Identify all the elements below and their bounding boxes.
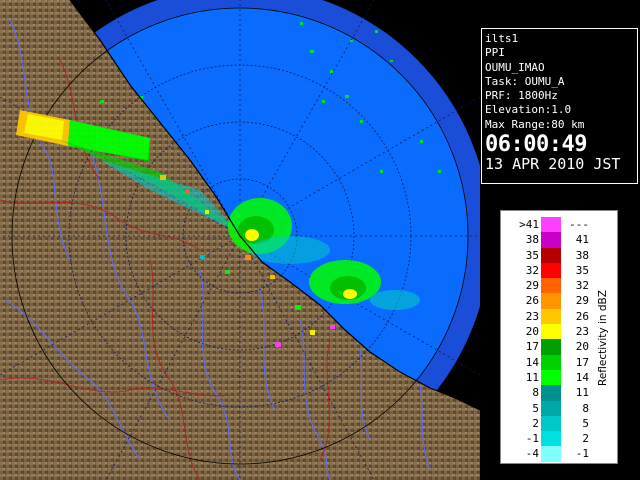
radar-name: OUMU_IMAO — [485, 60, 545, 74]
legend-row: 25 — [503, 415, 589, 432]
legend-high-value: 41 — [575, 233, 589, 247]
legend-row: 35 38 — [503, 247, 589, 263]
legend-high-value: 17 — [575, 355, 589, 369]
legend-high-value: --- — [569, 218, 589, 231]
legend-row: 32 35 — [503, 262, 589, 279]
legend-row: 38 41 — [503, 232, 589, 248]
legend-high-value: 2 — [582, 432, 589, 446]
scan-time: 06:00:49 — [485, 132, 587, 158]
legend-swatch — [541, 415, 561, 432]
legend-low-value: -4 — [525, 447, 539, 461]
site-id: ilts1 — [485, 32, 519, 45]
legend-swatch — [541, 217, 561, 233]
legend-low-value: 14 — [525, 355, 539, 369]
legend-high-value: 32 — [575, 279, 589, 293]
elevation-value: Elevation:1.0 — [485, 103, 572, 117]
legend-low-value: 26 — [525, 294, 539, 308]
legend-swatch — [541, 339, 561, 355]
scan-date: 13 APR 2010 JST — [485, 155, 621, 174]
radar-map-view[interactable] — [0, 0, 480, 480]
legend-low-value: 8 — [532, 386, 539, 400]
legend-swatch — [541, 308, 561, 325]
legend-high-value: 11 — [575, 386, 589, 400]
legend-row: 17 20 — [503, 339, 589, 355]
legend-high-value: -1 — [575, 447, 589, 461]
legend-high-value: 5 — [582, 416, 589, 430]
legend-low-value: 2 — [532, 416, 539, 430]
legend-low-value: 38 — [525, 233, 539, 247]
max-range-value: Max Range:80 km — [485, 117, 585, 131]
legend-low-value: 23 — [525, 309, 539, 323]
legend-low-value: 17 — [525, 340, 539, 354]
legend-low-value: 29 — [525, 279, 539, 293]
legend-swatch — [541, 431, 561, 447]
legend-swatch — [541, 369, 561, 386]
legend-swatch — [541, 278, 561, 294]
legend-swatch — [541, 232, 561, 248]
legend-row: 58 — [503, 400, 589, 416]
legend-row: >41 --- — [503, 217, 589, 233]
legend-row: 26 29 — [503, 293, 589, 309]
legend-row: 11 14 — [503, 369, 589, 386]
radar-info-panel: ilts1 PPI OUMU_IMAO Task: OUMU_A PRF: 18… — [481, 28, 638, 184]
task-name: Task: OUMU_A — [485, 74, 565, 88]
legend-low-value: 11 — [525, 370, 539, 384]
legend-swatch — [541, 293, 561, 309]
legend-row: 29 32 — [503, 278, 589, 294]
legend-row: 14 17 — [503, 354, 589, 370]
legend-row: 23 26 — [503, 308, 589, 325]
legend-low-value: 32 — [525, 263, 539, 277]
legend-title: Reflectivity in dBZ — [597, 290, 609, 386]
legend-high-value: 8 — [582, 401, 589, 415]
legend-row: 20 23 — [503, 324, 589, 340]
prf-value: PRF: 1800Hz — [485, 89, 558, 103]
legend-low-value: -1 — [525, 432, 539, 446]
legend-swatch — [541, 354, 561, 370]
legend-high-value: 29 — [575, 294, 589, 308]
legend-high-value: 14 — [575, 370, 589, 384]
legend-low-value: 5 — [532, 401, 539, 415]
legend-swatch — [541, 262, 561, 279]
legend-swatch — [541, 385, 561, 401]
legend-high-value: 35 — [575, 263, 589, 277]
radar-ppi-display — [0, 0, 480, 480]
scan-type: PPI — [485, 46, 505, 60]
legend-high-value: 26 — [575, 309, 589, 323]
legend-low-value: 20 — [525, 325, 539, 339]
legend-swatch — [541, 324, 561, 340]
legend-swatch — [541, 247, 561, 263]
legend-rows: >41 --- 38 41 35 38 32 35 29 32 26 29 23 26 20 23 17 20 14… — [503, 217, 589, 462]
legend-swatch — [541, 400, 561, 416]
legend-high-value: 20 — [575, 340, 589, 354]
legend-row: 8 11 — [503, 385, 589, 401]
legend-row: -4 -1 — [503, 446, 589, 462]
legend-low-value: >41 — [519, 218, 539, 231]
reflectivity-legend: >41 --- 38 41 35 38 32 35 29 32 26 29 23 26 20 23 17 20 14… — [500, 210, 618, 464]
legend-high-value: 23 — [575, 325, 589, 339]
legend-low-value: 35 — [525, 248, 539, 262]
legend-row: -1 2 — [503, 431, 589, 447]
legend-swatch — [541, 446, 561, 462]
legend-high-value: 38 — [575, 248, 589, 262]
